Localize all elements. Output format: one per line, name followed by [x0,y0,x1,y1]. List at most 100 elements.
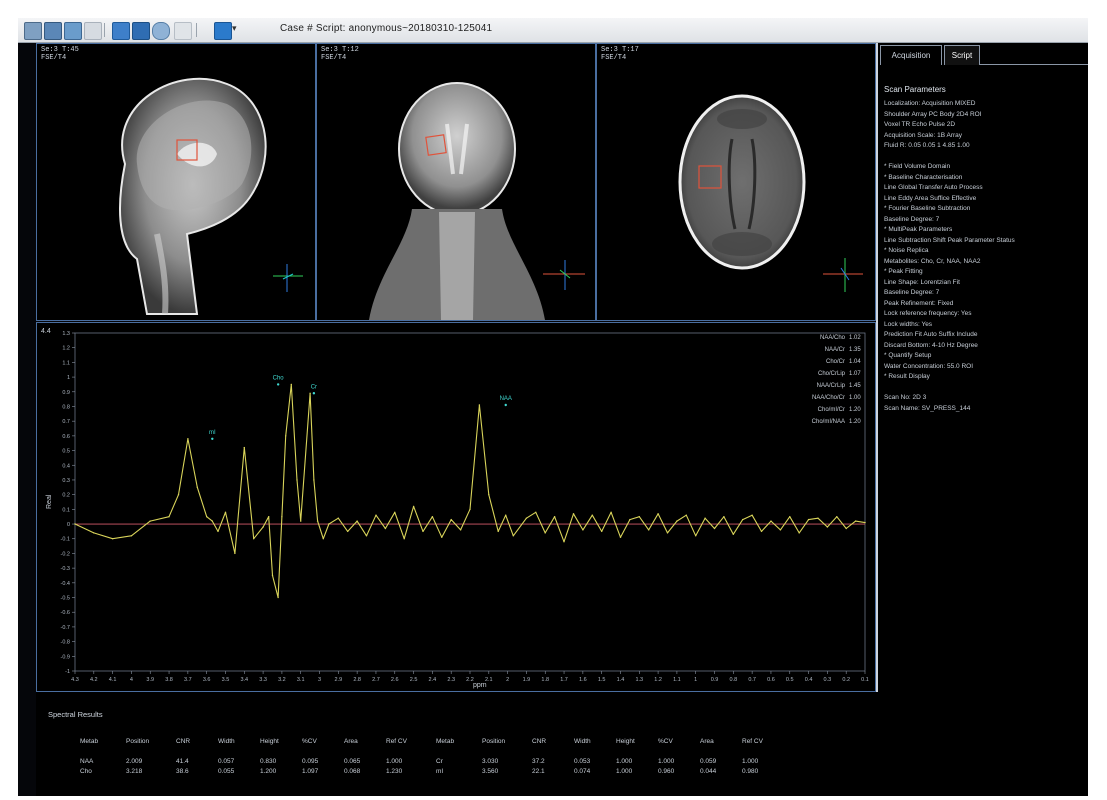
save-icon[interactable] [44,22,62,40]
peak-marker[interactable] [504,403,507,407]
table-cell: 2.009 [126,757,143,765]
y-tick-label: -1 [65,669,70,675]
x-tick-label: 3.5 [222,677,230,683]
results-header-cell: Metab [80,737,99,745]
axial-view[interactable]: Se:3 T:17 FSE/T4 [596,43,876,321]
spectrum-point [384,527,387,530]
table-cell: 3.560 [482,767,499,775]
peak-marker[interactable] [276,383,280,386]
results-table-right: Metab Position CNR Width Height %CV Area Ref CV… [436,736,782,776]
sagittal-view[interactable]: Se:3 T:45 FSE/T4 [36,43,316,321]
x-tick-label: 1.2 [654,677,662,683]
y-tick-label: -0.4 [61,581,70,587]
y-tick-label: 0.6 [62,434,70,440]
spectrum-point [601,530,603,533]
report-icon[interactable] [132,22,150,40]
table-cell: 0.065 [344,757,361,765]
ratio-value: 1.02 [849,335,861,341]
spectrum-point [262,526,264,528]
table-row[interactable]: Cho 3.218 38.6 0.055 1.200 1.097 0.068 1.230 [80,766,426,776]
layout-icon[interactable] [112,22,130,40]
copy-icon[interactable] [84,22,102,40]
y-tick-label: -0.9 [61,654,70,660]
spectrum-point [713,527,716,530]
y-tick-label: 0.1 [62,507,70,513]
x-tick-label: 4.2 [90,677,98,683]
open-icon[interactable] [24,22,42,40]
peak-marker[interactable] [211,437,214,441]
tab-script[interactable]: Script [944,45,980,65]
x-tick-label: 3.8 [165,677,173,683]
x-tick-label: 1.3 [635,677,643,683]
spectrum-point [412,505,415,508]
y-tick-label: 1.1 [62,360,70,366]
table-cell: 37.2 [532,757,545,765]
results-header-cell: Area [344,737,358,745]
parameter-line: * Peak Fitting [884,268,923,275]
spectrum-line[interactable] [74,383,866,599]
spectrum-point [365,535,368,537]
table-cell: 0.830 [260,757,277,765]
x-tick-label: 2.1 [485,677,493,683]
spectrum-corner-label: 4.4 [41,328,51,335]
peak-marker[interactable] [312,392,316,395]
spectrum-point [505,514,507,516]
table-row[interactable]: NAA 2.009 41.4 0.057 0.830 0.095 0.065 1.000 [80,756,426,766]
ratio-list: NAA/Cho 1.02 NAA/Cr 1.35 Cho/Cr 1.04Cho/CrLip… [812,335,862,425]
spectrum-point [629,518,631,521]
spectrum-point [253,538,255,540]
results-header-cell: Ref CV [742,737,763,745]
spectrum-point [704,517,706,519]
parameter-line: Lock widths: Yes [884,320,933,328]
spectrum-point [845,527,847,530]
coronal-view[interactable]: Se:3 T:12 FSE/T4 [316,43,596,321]
parameter-line: Localization: Acquisition MIXED [884,100,976,107]
parameter-line: Lock reference frequency: Yes [884,310,972,317]
peak-label: NAA [500,396,512,402]
spectrum-point [789,516,791,518]
sagittal-mri-image [119,77,303,315]
spectrum-point [512,535,514,537]
spectrum-point [854,520,857,522]
view-icon[interactable] [152,22,170,40]
parameter-line: Baseline Degree: 7 [884,289,940,296]
parameter-line: Voxel TR Echo Pulse 2D [884,121,956,128]
table-row[interactable]: Cr 3.030 37.2 0.053 1.000 1.000 0.059 1.000 [436,756,782,766]
script-side-panel: Acquisition Script Scan Parameters Local… [876,43,1088,693]
parameter-line: Discard Bottom: 4-10 Hz Degree [884,341,978,349]
display-icon[interactable] [214,22,232,40]
y-tick-label: 1 [67,375,70,381]
spectrum-point [111,538,114,540]
results-spacer-row [436,746,782,756]
tab-acquisition[interactable]: Acquisition [880,45,942,65]
table-cell: 0.053 [574,757,591,765]
x-tick-label: 0.7 [748,677,756,683]
spectrum-point [300,520,302,522]
chevron-down-icon[interactable]: ▾ [232,23,237,34]
peak-label: Cr [311,384,317,390]
table-row[interactable]: mI 3.560 22.1 0.074 1.000 0.960 0.044 0.980 [436,766,782,776]
table-cell: 22.1 [532,767,545,775]
spectrum-plot[interactable]: 4.4 Real ppm NAA/Cho 1.02 NAA/Cr 1.35 Cho/Cr… [36,322,876,692]
x-tick-label: 3.1 [297,677,305,683]
spectrum-point [826,526,829,528]
export-icon[interactable] [64,22,82,40]
x-tick-label: 1.1 [673,677,681,683]
parameter-line: * Field Volume Domain [884,163,951,170]
ratio-value: 1.35 [849,347,861,353]
settings-icon[interactable] [174,22,192,40]
x-tick-label: 4 [130,677,133,683]
ratio-value: 1.04 [849,359,861,365]
results-header-cell: Width [574,737,591,745]
parameter-line: * Noise Replica [884,247,929,254]
ratio-label: NAA/Cr [825,347,845,353]
scan-parameters-title: Scan Parameters [884,85,946,94]
spectrum-point [450,518,452,521]
ratio-label: Cho/mI/Cr [818,407,845,413]
table-cell: Cr [436,757,443,765]
spectrum-point [187,438,189,440]
table-cell: Cho [80,767,92,775]
spectrum-point [610,511,612,513]
table-cell: mI [436,767,444,775]
y-tick-label: 0.8 [62,404,70,410]
